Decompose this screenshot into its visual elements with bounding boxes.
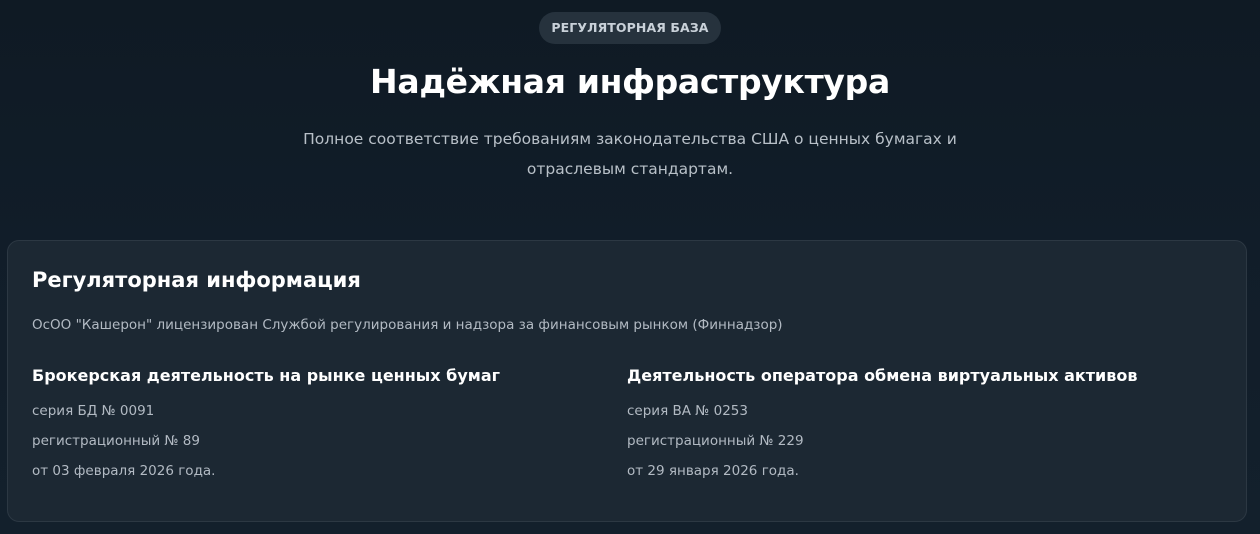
license-series: серия БД № 0091	[32, 403, 155, 419]
license-registration: регистрационный № 89	[32, 433, 200, 449]
license-title: Деятельность оператора обмена виртуальны…	[627, 366, 1138, 385]
page-title: Надёжная инфраструктура	[370, 62, 890, 101]
license-date: от 29 января 2026 года.	[627, 463, 799, 479]
license-series: серия ВА № 0253	[627, 403, 748, 419]
license-title: Брокерская деятельность на рынке ценных …	[32, 366, 500, 385]
card-title: Регуляторная информация	[32, 268, 361, 292]
hero-section: РЕГУЛЯТОРНАЯ БАЗА Надёжная инфраструктур…	[0, 0, 1260, 184]
regulatory-info-card: Регуляторная информация ОсОО "Кашерон" л…	[7, 240, 1247, 522]
section-badge: РЕГУЛЯТОРНАЯ БАЗА	[539, 12, 721, 44]
subtitle-line-2: отраслевым стандартам.	[526, 160, 734, 178]
license-details: серия ВА № 0253 регистрационный № 229 от…	[627, 396, 1222, 486]
license-details: серия БД № 0091 регистрационный № 89 от …	[32, 396, 627, 486]
license-brokerage: Брокерская деятельность на рынке ценных …	[32, 365, 627, 486]
licenses-grid: Брокерская деятельность на рынке ценных …	[32, 365, 1222, 486]
page-subtitle: Полное соответствие требованиям законода…	[280, 124, 980, 184]
card-description: ОсОО "Кашерон" лицензирован Службой регу…	[32, 317, 783, 333]
license-registration: регистрационный № 229	[627, 433, 804, 449]
license-date: от 03 февраля 2026 года.	[32, 463, 216, 479]
license-virtual-assets: Деятельность оператора обмена виртуальны…	[627, 365, 1222, 486]
subtitle-line-1: Полное соответствие требованиям законода…	[303, 130, 957, 148]
